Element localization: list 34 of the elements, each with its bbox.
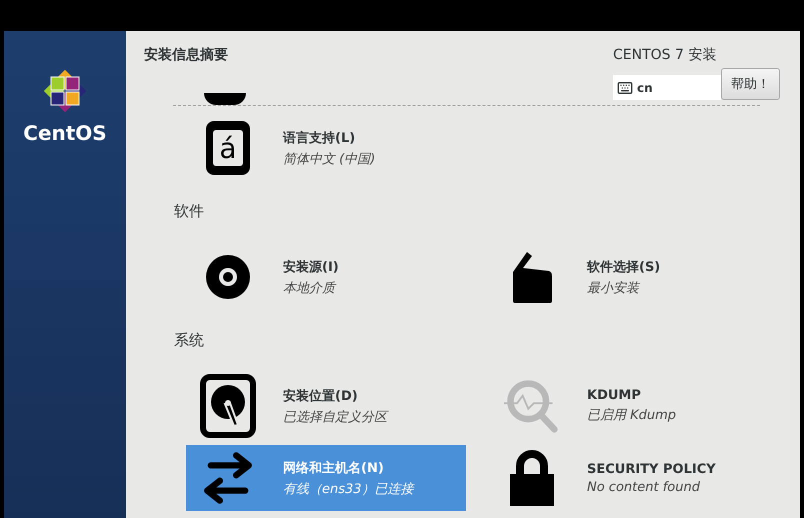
spoke-status: No content found (587, 480, 701, 494)
spoke-item[interactable]: 安装源(I) 本地介质 (186, 244, 466, 310)
logo-icon (41, 67, 89, 115)
spoke-item[interactable]: 软件选择(S) 最小安装 (490, 244, 770, 310)
spoke-title: 软件选择(S) (587, 258, 660, 276)
spoke-title: 安装位置(D) (283, 388, 359, 404)
spoke-title: 安装源(I) (283, 258, 339, 276)
cropped-icon (204, 93, 246, 105)
help-button[interactable]: 帮助！ (721, 68, 780, 100)
spoke-status: 简体中文 (中国) (283, 150, 376, 168)
disc-icon (206, 255, 250, 299)
spoke-status: 已选择自定义分区 (283, 408, 387, 426)
spoke-status: 已启用 Kdump (587, 407, 676, 424)
page-title: 安装信息摘要 (144, 46, 228, 64)
keyboard-icon (617, 80, 633, 96)
keyboard-layout-field[interactable]: cn (613, 75, 721, 100)
spoke-title: 语言支持(L) (283, 130, 356, 146)
spoke-status: 最小安装 (587, 280, 641, 296)
section-heading: 系统 (174, 330, 205, 350)
language-icon: á (206, 121, 250, 175)
spoke-item[interactable]: KDUMP 已启用 Kdump (490, 373, 770, 439)
logo-text: CentOS (23, 121, 107, 145)
spoke-status: 有线（ens33）已连接 (283, 480, 414, 498)
spoke-item[interactable]: á 语言支持(L) 简体中文 (中国) (186, 115, 466, 181)
spoke-item[interactable]: 安装位置(D) 已选择自定义分区 (186, 373, 466, 439)
spoke-status: 本地介质 (283, 280, 338, 296)
package-icon (511, 250, 553, 304)
lock-icon (508, 450, 556, 506)
spoke-title: SECURITY POLICY (587, 462, 716, 476)
spoke-title: 网络和主机名(N) (283, 460, 385, 476)
spoke-item[interactable]: SECURITY POLICY No content found (490, 445, 770, 511)
spoke-title: KDUMP (587, 388, 642, 403)
section-heading: 软件 (174, 201, 205, 221)
product-title: CENTOS 7 安装 (613, 46, 718, 64)
